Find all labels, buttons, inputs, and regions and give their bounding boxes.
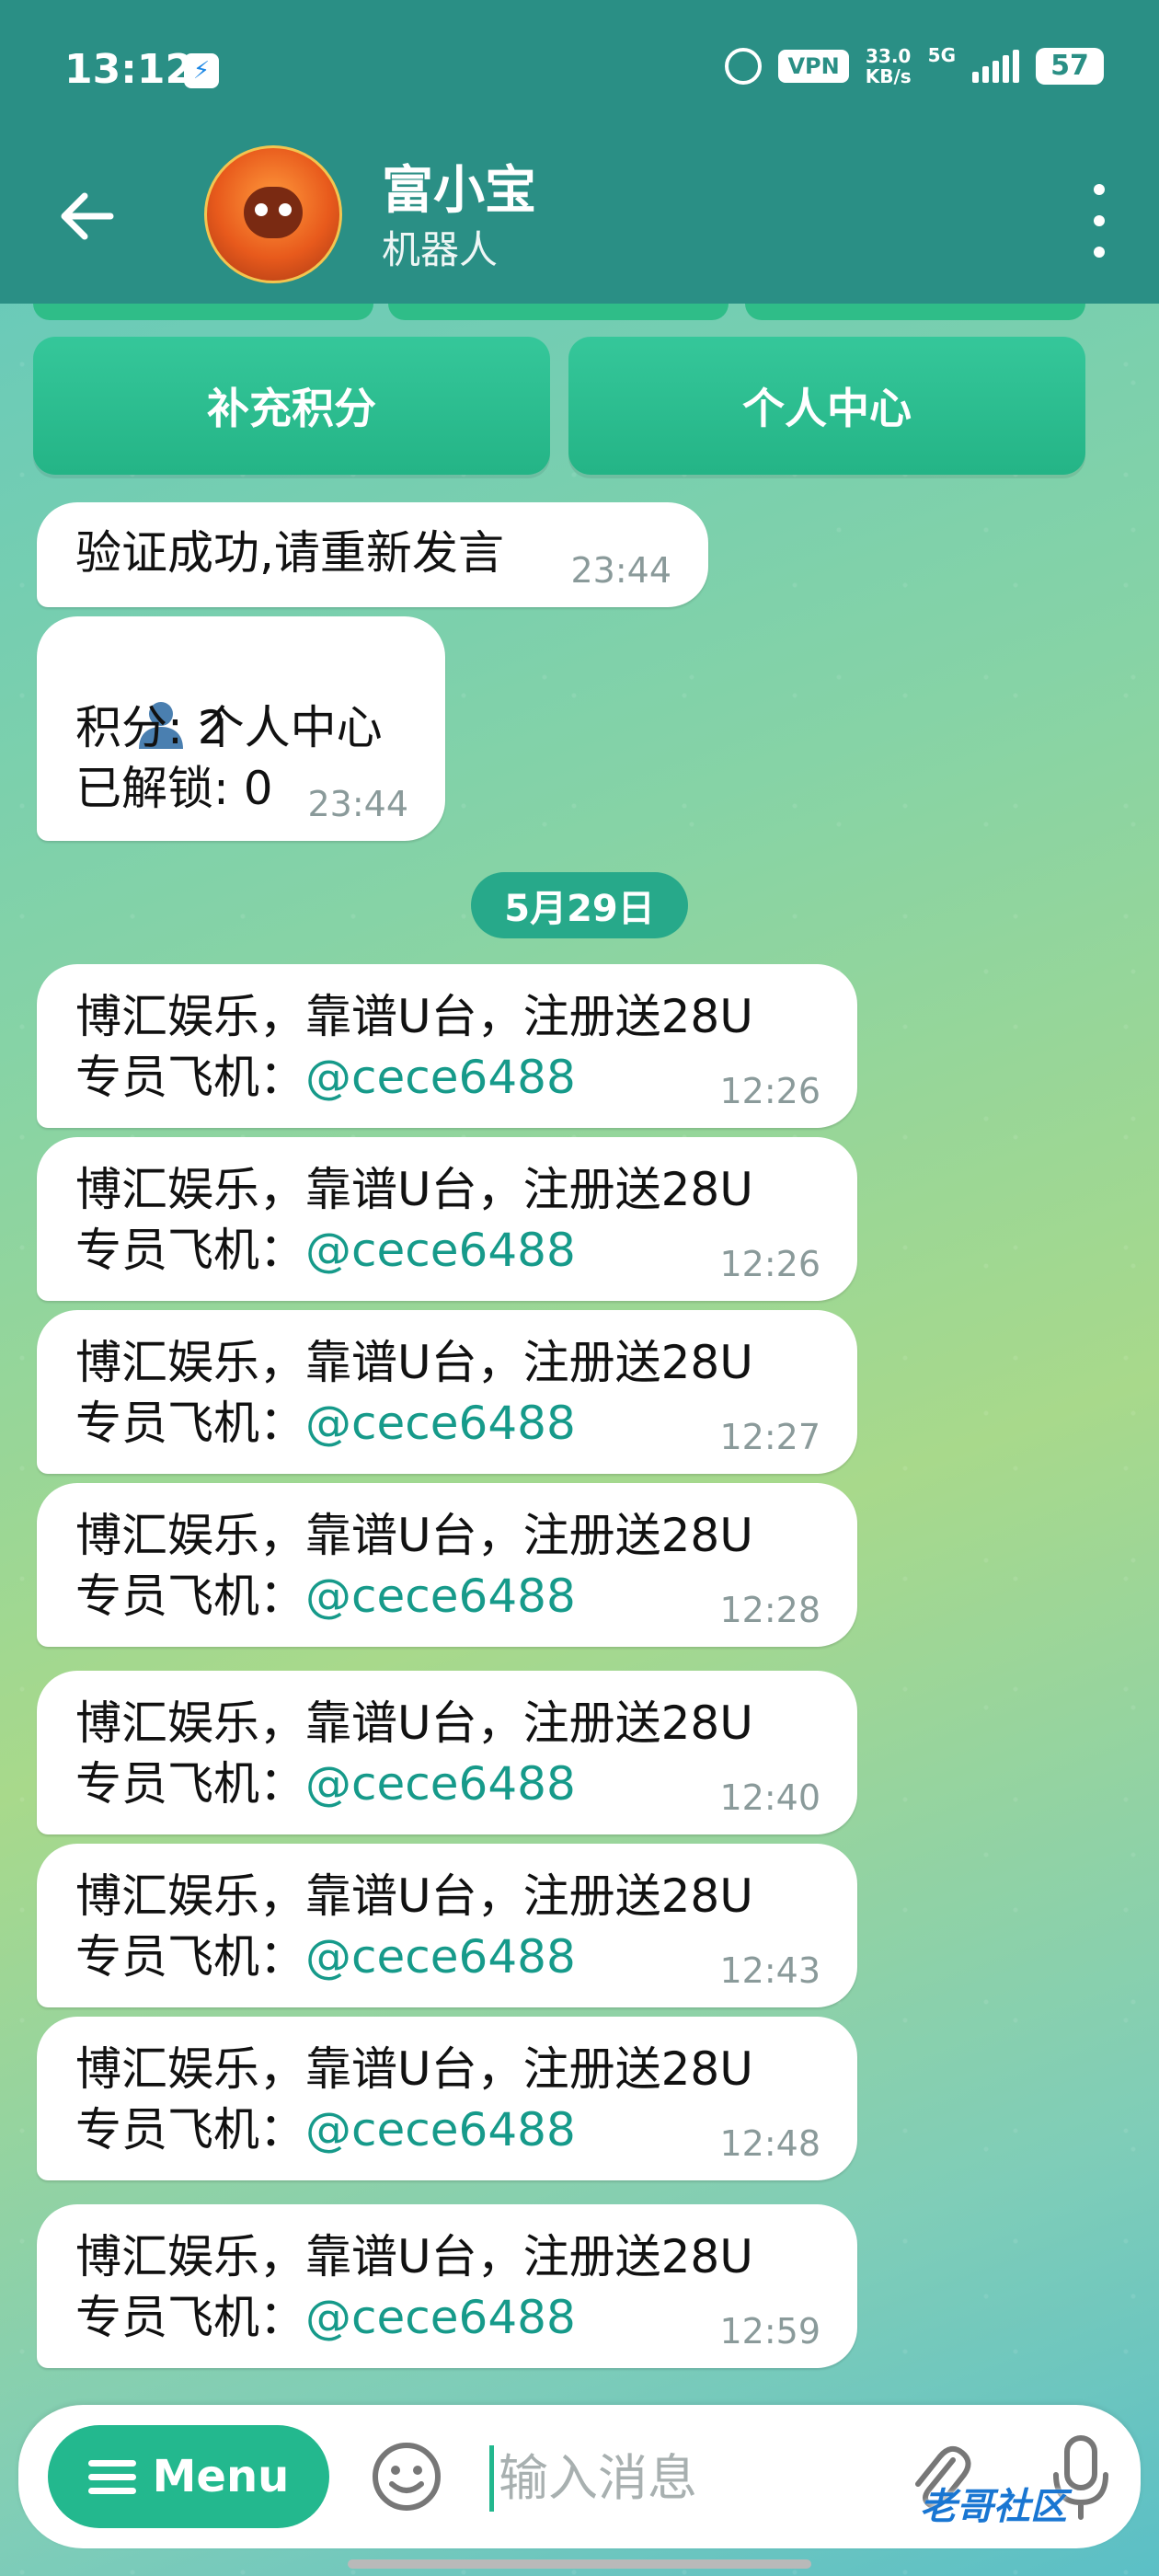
message-prefix: 专员飞机： [75,1224,305,1277]
keyboard-row-partial [33,304,1085,320]
username-link[interactable]: @cece6488 [305,1051,576,1104]
message-prefix: 专员飞机： [75,1051,305,1104]
message-bubble: 博汇娱乐，靠谱U台，注册送28U 专员飞机：@cece6488 12:48 [37,2017,857,2180]
chat-header: 富小宝 机器人 [0,138,1159,304]
points-line: 积分: 2 [75,701,227,754]
network-speed: 33.0 KB/s [866,46,912,86]
message-time: 12:27 [719,1417,820,1457]
avatar-mascot [244,187,303,238]
message-time: 23:44 [570,550,671,591]
message-bubble: 博汇娱乐，靠谱U台，注册送28U 专员飞机：@cece6488 12:40 [37,1671,857,1834]
message-time: 12:40 [719,1777,820,1818]
bot-avatar[interactable] [204,145,342,283]
message-prefix: 专员飞机： [75,2291,305,2344]
username-link[interactable]: @cece6488 [305,1570,576,1623]
message-prefix: 专员飞机： [75,1930,305,1984]
message-bubble: 博汇娱乐，靠谱U台，注册送28U 专员飞机：@cece6488 12:26 [37,964,857,1128]
username-link[interactable]: @cece6488 [305,1757,576,1811]
message-time: 23:44 [307,784,408,824]
message-line-1: 博汇娱乐，靠谱U台，注册送28U [75,1336,753,1389]
message-time: 12:26 [719,1244,820,1284]
status-indicators: VPN 33.0 KB/s 5G 57 [725,44,1104,86]
message-line-1: 博汇娱乐，靠谱U台，注册送28U [75,990,753,1043]
status-bar: 13:12 ⚡ VPN 33.0 KB/s 5G 57 [0,0,1159,138]
message-bubble: 博汇娱乐，靠谱U台，注册送28U 专员飞机：@cece6488 12:26 [37,1137,857,1301]
battery-icon: 57 [1036,48,1104,85]
message-prefix: 专员飞机： [75,2103,305,2156]
signal-icon [972,50,1019,83]
username-link[interactable]: @cece6488 [305,1224,576,1277]
message-line-1: 博汇娱乐，靠谱U台，注册送28U [75,2230,753,2283]
keyboard-button-recharge-points[interactable]: 补充积分 [33,337,550,475]
bot-menu-button[interactable]: Menu [48,2425,329,2528]
message-bubble: 博汇娱乐，靠谱U台，注册送28U 专员飞机：@cece6488 12:28 [37,1483,857,1647]
message-line-1: 博汇娱乐，靠谱U台，注册送28U [75,2042,753,2096]
network-type: 5G [927,44,956,66]
message-input[interactable] [497,2438,887,2517]
message-time: 12:48 [719,2123,820,2164]
more-options-icon[interactable] [1085,184,1113,258]
watermark-logo: 老哥社区 [920,2486,1067,2528]
message-bubble: 个人中心 积分: 2 已解锁: 0 23:44 [37,616,445,841]
text-caret [489,2445,494,2512]
username-link[interactable]: @cece6488 [305,2103,576,2156]
chat-subtitle: 机器人 [382,227,499,272]
app-notification-icon: ⚡ [184,53,219,88]
message-bubble: 验证成功,请重新发言 23:44 [37,502,708,607]
gesture-navigation-bar[interactable] [348,2559,811,2569]
message-text: 验证成功,请重新发言 [75,526,504,580]
message-line-1: 博汇娱乐，靠谱U台，注册送28U [75,1509,753,1562]
username-link[interactable]: @cece6488 [305,1930,576,1984]
message-prefix: 专员飞机： [75,1397,305,1450]
chat-title[interactable]: 富小宝 [382,149,536,224]
message-time: 12:26 [719,1071,820,1111]
keyboard-button-personal-center[interactable]: 个人中心 [568,337,1085,475]
message-prefix: 专员飞机： [75,1757,305,1811]
message-bubble: 博汇娱乐，靠谱U台，注册送28U 专员飞机：@cece6488 12:43 [37,1844,857,2007]
message-bubble: 博汇娱乐，靠谱U台，注册送28U 专员飞机：@cece6488 12:59 [37,2204,857,2368]
message-time: 12:43 [719,1950,820,1991]
vpn-badge: VPN [778,50,849,83]
message-bubble: 博汇娱乐，靠谱U台，注册送28U 专员飞机：@cece6488 12:27 [37,1310,857,1474]
username-link[interactable]: @cece6488 [305,1397,576,1450]
emoji-icon[interactable] [370,2440,443,2513]
message-line-1: 博汇娱乐，靠谱U台，注册送28U [75,1696,753,1750]
unlocked-line: 已解锁: 0 [75,762,273,815]
status-time: 13:12 [64,46,194,93]
date-divider: 5月29日 [471,872,688,938]
message-line-1: 博汇娱乐，靠谱U台，注册送28U [75,1163,753,1216]
alarm-icon [725,48,763,85]
network-speed-value: 33.0 [866,45,912,67]
message-prefix: 专员飞机： [75,1570,305,1623]
message-time: 12:59 [719,2311,820,2352]
message-time: 12:28 [719,1590,820,1630]
username-link[interactable]: @cece6488 [305,2291,576,2344]
message-line-1: 博汇娱乐，靠谱U台，注册送28U [75,1869,753,1923]
bot-menu-label: Menu [152,2451,290,2502]
network-speed-unit: KB/s [865,65,912,87]
hamburger-icon [87,2459,136,2494]
back-arrow-icon[interactable] [55,184,120,248]
